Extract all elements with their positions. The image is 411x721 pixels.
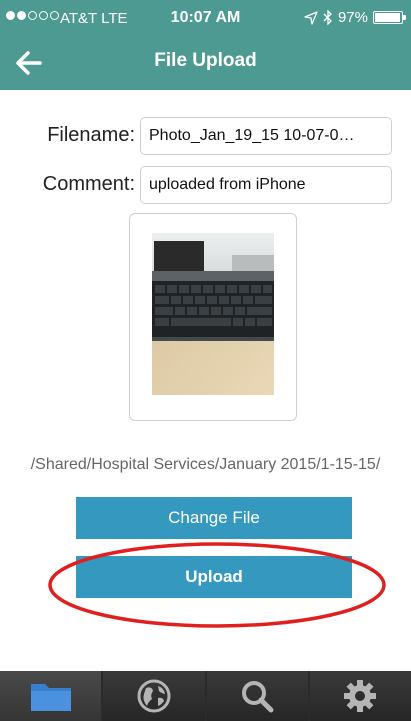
filename-row: Filename: Photo_Jan_19_15 10-07-0… <box>0 117 411 157</box>
upload-button[interactable]: Upload <box>76 556 352 598</box>
nav-bar: File Upload <box>0 38 411 90</box>
arrow-left-icon <box>16 51 42 75</box>
photo-thumbnail <box>152 233 274 395</box>
folder-icon <box>30 684 71 711</box>
tab-web[interactable] <box>103 671 205 721</box>
tab-bar <box>0 671 411 721</box>
globe-icon <box>137 679 171 713</box>
battery-percent: 97% <box>337 9 368 26</box>
status-bar: AT&T LTE 10:07 AM 97% <box>0 0 411 38</box>
filename-label: Filename: <box>47 124 135 146</box>
comment-label: Comment: <box>42 173 135 195</box>
page-title: File Upload <box>154 50 257 71</box>
change-file-button[interactable]: Change File <box>76 497 352 539</box>
search-icon <box>242 681 274 713</box>
status-right-group: 97% <box>304 9 406 26</box>
tab-settings[interactable] <box>309 671 411 721</box>
app-header: AT&T LTE 10:07 AM 97% File Upload <box>0 0 411 90</box>
tab-search[interactable] <box>206 671 308 721</box>
location-arrow-icon <box>304 10 318 25</box>
comment-row: Comment: uploaded from iPhone <box>0 166 411 206</box>
bluetooth-icon <box>323 10 332 25</box>
battery-icon <box>373 11 406 24</box>
comment-field[interactable]: uploaded from iPhone <box>140 166 392 204</box>
back-button[interactable] <box>14 48 46 78</box>
filename-field[interactable]: Photo_Jan_19_15 10-07-0… <box>140 117 392 155</box>
gear-icon <box>344 680 377 712</box>
folder-path: /Shared/Hospital Services/January 2015/1… <box>30 456 381 473</box>
image-preview-frame <box>129 213 297 421</box>
tab-files[interactable] <box>0 671 102 721</box>
